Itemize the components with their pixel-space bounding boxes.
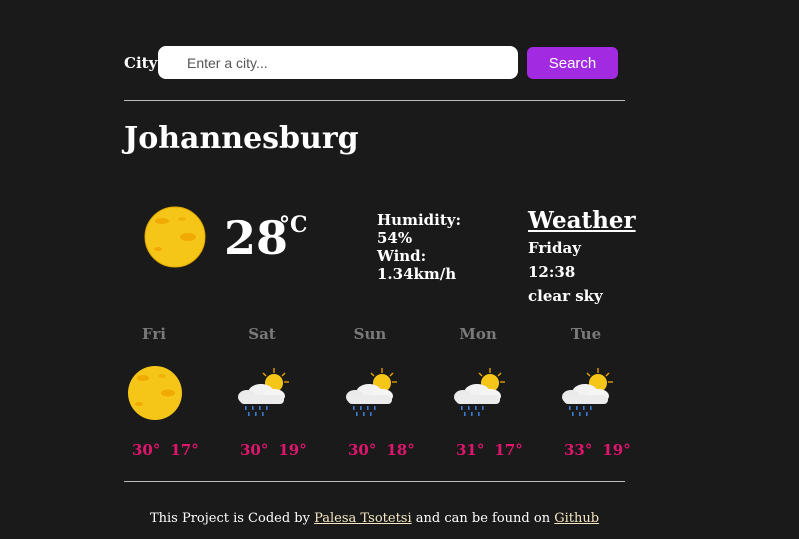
- top-divider: [124, 100, 625, 101]
- forecast-day-name: Fri: [142, 325, 166, 343]
- forecast-max-temp: 30°: [132, 441, 161, 459]
- forecast-min-temp: 18°: [386, 441, 415, 459]
- forecast-max-temp: 30°: [240, 441, 269, 459]
- weather-details: Humidity: 54% Wind: 1.34km/h: [377, 211, 477, 283]
- wind-value: 1.34km/h: [377, 265, 457, 283]
- forecast-min-temp: 19°: [278, 441, 307, 459]
- sun-cloud-rain-icon: [562, 368, 613, 416]
- current-time: Friday 12:38: [528, 239, 581, 281]
- sun-cloud-rain-icon: [346, 368, 397, 416]
- github-link[interactable]: Github: [554, 511, 599, 526]
- sun-cloud-rain-icon: [238, 368, 289, 416]
- forecast-max-temp: 30°: [348, 441, 377, 459]
- city-label: City: [124, 54, 158, 72]
- author-link[interactable]: Palesa Tsotetsi: [314, 511, 412, 526]
- footer-middle: and can be found on: [415, 511, 551, 526]
- forecast-day-name: Mon: [459, 325, 497, 343]
- weather-app: City Search Johannesburg 28 °C Humidity:…: [124, 0, 636, 539]
- sun-icon: [144, 206, 206, 268]
- city-name: Johannesburg: [124, 121, 359, 156]
- forecast-max-temp: 31°: [456, 441, 485, 459]
- bottom-divider: [124, 481, 625, 482]
- forecast-day-name: Tue: [570, 325, 602, 343]
- forecast-day: Mon 31° 17°: [448, 320, 523, 470]
- temperature-unit: °C: [279, 212, 308, 238]
- humidity-label: Humidity:: [377, 211, 462, 229]
- forecast-day-name: Sat: [248, 325, 276, 343]
- weather-heading: Weather: [528, 207, 636, 234]
- footer: This Project is Coded by Palesa Tsotetsi…: [124, 511, 625, 526]
- search-form: City Search: [124, 46, 625, 79]
- wind-label: Wind:: [377, 247, 427, 265]
- sun-icon: [128, 366, 182, 420]
- forecast-temps: 33° 19°: [564, 441, 641, 459]
- forecast-max-temp: 33°: [564, 441, 593, 459]
- sun-cloud-rain-icon: [454, 368, 505, 416]
- forecast-temps: 30° 19°: [240, 441, 317, 459]
- forecast-temps: 30° 18°: [348, 441, 425, 459]
- search-button[interactable]: Search: [527, 47, 618, 79]
- humidity-value: 54%: [377, 229, 413, 247]
- forecast-min-temp: 17°: [494, 441, 523, 459]
- forecast-min-temp: 17°: [170, 441, 199, 459]
- forecast-temps: 30° 17°: [132, 441, 209, 459]
- forecast-day: Sun 30° 18°: [340, 320, 415, 470]
- forecast-min-temp: 19°: [602, 441, 631, 459]
- footer-prefix: This Project is Coded by: [149, 511, 310, 526]
- forecast-day: Tue 33° 19°: [556, 320, 631, 470]
- forecast-temps: 31° 17°: [456, 441, 533, 459]
- city-search-input[interactable]: [158, 46, 518, 79]
- forecast-day: Fri 30° 17°: [124, 320, 199, 470]
- forecast: Fri 30° 17° Sat 30° 19° Sun 30° 18° Mon …: [124, 320, 631, 470]
- forecast-day-name: Sun: [353, 325, 387, 343]
- weather-description: clear sky: [528, 287, 603, 305]
- weather-summary: Weather Friday 12:38 clear sky: [528, 206, 636, 308]
- forecast-day: Sat 30° 19°: [232, 320, 307, 470]
